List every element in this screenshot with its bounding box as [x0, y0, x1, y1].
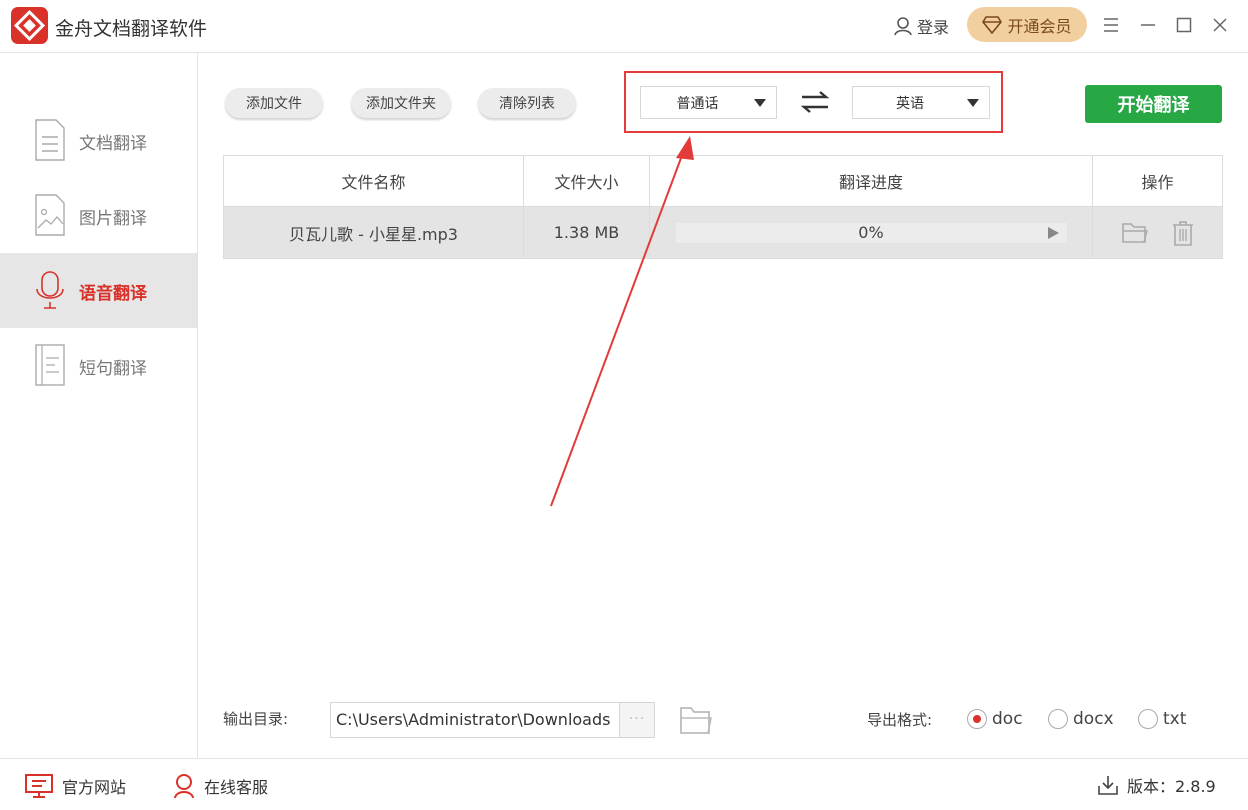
add-file-button[interactable]: 添加文件 [225, 88, 323, 118]
app-title: 金舟文档翻译软件 [55, 18, 208, 40]
trash-icon[interactable] [1171, 220, 1195, 246]
vip-button[interactable]: 开通会员 [967, 7, 1087, 42]
sidebar-item-image-translate[interactable]: 图片翻译 [0, 178, 197, 253]
version-info[interactable]: 版本：2.8.9 [1097, 773, 1216, 797]
file-table: 文件名称 文件大小 翻译进度 操作 贝瓦儿歌 - 小星星.mp3 1.38 MB… [223, 155, 1223, 259]
diamond-icon [982, 15, 1003, 34]
format-radio-doc[interactable]: doc [967, 709, 1023, 729]
format-label: docx [1073, 709, 1114, 729]
progress-percent: 0% [858, 222, 884, 242]
progress-bar: 0% [675, 222, 1067, 243]
output-dir-label: 输出目录: [223, 710, 289, 728]
image-icon [35, 194, 65, 236]
format-radio-txt[interactable]: txt [1138, 709, 1186, 729]
radio-icon [1138, 709, 1158, 729]
close-icon[interactable] [1208, 13, 1232, 37]
swap-languages-icon[interactable] [799, 89, 831, 115]
document-icon [35, 119, 65, 161]
radio-selected-icon [967, 709, 987, 729]
chevron-down-icon [754, 98, 766, 107]
format-radio-docx[interactable]: docx [1048, 709, 1114, 729]
support-agent-icon [174, 774, 194, 799]
sidebar-item-label: 语音翻译 [79, 284, 147, 304]
file-size: 1.38 MB [524, 207, 650, 258]
add-folder-button[interactable]: 添加文件夹 [351, 88, 451, 118]
output-path-field[interactable]: C:\Users\Administrator\Downloads [330, 702, 619, 738]
sidebar-item-voice-translate[interactable]: 语音翻译 [0, 253, 197, 328]
minimize-icon[interactable] [1136, 13, 1160, 37]
official-website-link[interactable]: 官方网站 [24, 773, 126, 799]
file-name: 贝瓦儿歌 - 小星星.mp3 [224, 207, 524, 258]
app-logo-icon [11, 7, 48, 44]
actions-cell [1093, 207, 1222, 258]
user-icon [894, 17, 912, 36]
start-translate-button[interactable]: 开始翻译 [1085, 85, 1222, 123]
radio-icon [1048, 709, 1068, 729]
text-lines-icon [35, 344, 65, 386]
footer-bar: 官方网站 在线客服 版本：2.8.9 [0, 758, 1248, 810]
microphone-icon [36, 271, 64, 309]
target-language-value: 英语 [896, 95, 924, 112]
sidebar-item-document-translate[interactable]: 文档翻译 [0, 103, 197, 178]
menu-icon[interactable] [1099, 13, 1123, 37]
table-header: 文件名称 文件大小 翻译进度 操作 [224, 156, 1222, 207]
support-label: 在线客服 [204, 778, 269, 797]
target-language-select[interactable]: 英语 [852, 86, 990, 119]
column-header-filename: 文件名称 [224, 156, 524, 206]
maximize-icon[interactable] [1172, 13, 1196, 37]
sidebar: 文档翻译 图片翻译 语音翻译 短句翻译 [0, 53, 198, 758]
login-label: 登录 [917, 18, 950, 37]
format-label: txt [1163, 709, 1187, 729]
sidebar-item-label: 图片翻译 [79, 209, 147, 229]
table-row[interactable]: 贝瓦儿歌 - 小星星.mp3 1.38 MB 0% [224, 207, 1222, 258]
format-label: doc [992, 709, 1023, 729]
clear-list-button[interactable]: 清除列表 [478, 88, 576, 118]
export-format-label: 导出格式: [867, 711, 933, 729]
login-button[interactable]: 登录 [893, 13, 949, 39]
source-language-value: 普通话 [676, 95, 719, 112]
title-bar: 金舟文档翻译软件 登录 开通会员 [0, 0, 1248, 53]
play-icon[interactable] [1047, 226, 1059, 239]
column-header-size: 文件大小 [524, 156, 650, 206]
source-language-select[interactable]: 普通话 [640, 86, 777, 119]
column-header-actions: 操作 [1141, 173, 1174, 192]
monitor-icon [25, 774, 53, 798]
open-folder-icon[interactable] [1121, 221, 1149, 245]
sidebar-item-label: 文档翻译 [79, 134, 147, 154]
progress-cell: 0% [650, 207, 1093, 258]
browse-more-button[interactable]: ··· [619, 702, 655, 738]
column-header-progress: 翻译进度 [650, 156, 1093, 206]
sidebar-item-label: 短句翻译 [79, 359, 147, 379]
app-window: 金舟文档翻译软件 登录 开通会员 文档翻译 图片翻译 语音翻译 短句翻译 添加文… [0, 0, 1248, 810]
download-update-icon [1098, 776, 1118, 795]
online-support-link[interactable]: 在线客服 [172, 773, 268, 799]
website-label: 官方网站 [62, 778, 127, 797]
version-label: 版本：2.8.9 [1127, 777, 1216, 796]
vip-label: 开通会员 [1007, 16, 1072, 36]
chevron-down-icon [967, 98, 979, 107]
folder-icon[interactable] [679, 704, 713, 736]
sidebar-item-sentence-translate[interactable]: 短句翻译 [0, 328, 197, 403]
